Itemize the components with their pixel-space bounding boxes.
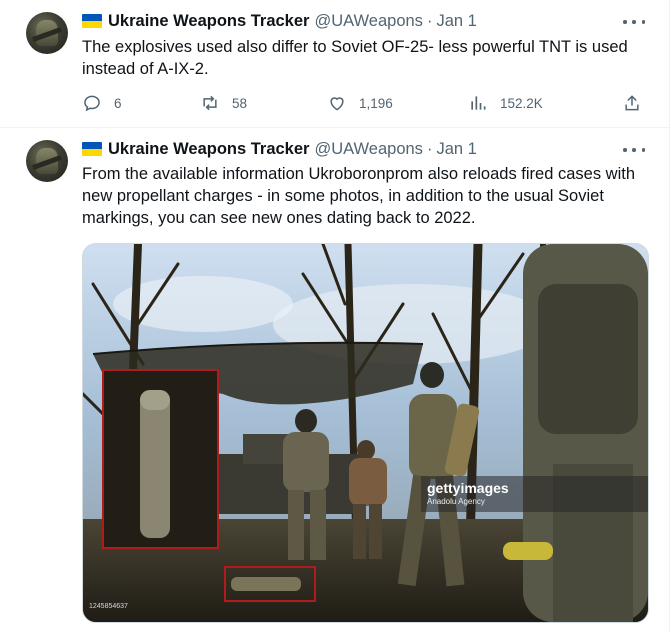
timeline: Ukraine Weapons Tracker @UAWeapons · Jan… (0, 0, 670, 632)
like-icon (330, 97, 344, 111)
avatar[interactable] (26, 12, 68, 54)
retweet-icon (203, 95, 217, 111)
handle[interactable]: @UAWeapons (314, 12, 422, 31)
retweet-button[interactable]: 58 (200, 88, 247, 118)
reply-icon (84, 95, 100, 112)
tweet-date[interactable]: Jan 1 (436, 140, 476, 159)
tweet-text: The explosives used also differ to Sovie… (82, 38, 628, 78)
separator: · (426, 139, 433, 158)
image-id: 1245854637 (89, 603, 128, 610)
watermark-brand: gettyimages (427, 480, 509, 496)
views-button[interactable]: 152.2K (468, 88, 543, 118)
more-icon[interactable] (623, 142, 645, 158)
avatar[interactable] (26, 140, 68, 182)
watermark-credit: Anadolu Agency (427, 497, 485, 506)
display-name[interactable]: Ukraine Weapons Tracker (108, 12, 309, 31)
handle[interactable]: @UAWeapons (314, 140, 422, 159)
separator: · (426, 11, 433, 30)
more-icon[interactable] (623, 14, 645, 30)
share-icon (625, 95, 639, 111)
tweet-header: Ukraine Weapons Tracker @UAWeapons · Jan… (82, 10, 477, 32)
display-name[interactable]: Ukraine Weapons Tracker (108, 140, 309, 159)
reply-count: 6 (114, 95, 122, 111)
ukraine-flag-icon (82, 14, 102, 28)
like-count: 1,196 (359, 95, 393, 111)
views-icon (471, 96, 486, 110)
share-button[interactable] (622, 88, 654, 118)
ukraine-flag-icon (82, 142, 102, 156)
tweet-header: Ukraine Weapons Tracker @UAWeapons · Jan… (82, 138, 477, 160)
tweet[interactable]: Ukraine Weapons Tracker @UAWeapons · Jan… (0, 128, 669, 632)
like-button[interactable]: 1,196 (327, 88, 393, 118)
tweet-text: From the available information Ukroboron… (82, 165, 635, 227)
tweet[interactable]: Ukraine Weapons Tracker @UAWeapons · Jan… (0, 0, 669, 128)
reply-button[interactable]: 6 (82, 88, 122, 118)
artillery-scene (83, 244, 648, 622)
tweet-photo[interactable]: gettyimages Anadolu Agency 1245854637 (82, 243, 649, 623)
retweet-count: 58 (232, 95, 248, 111)
tweet-date[interactable]: Jan 1 (436, 12, 476, 31)
tweet-actions: 6 58 1,196 152.2K (82, 88, 642, 118)
views-count: 152.2K (500, 95, 543, 111)
watermark-banner: gettyimages Anadolu Agency (421, 476, 648, 512)
